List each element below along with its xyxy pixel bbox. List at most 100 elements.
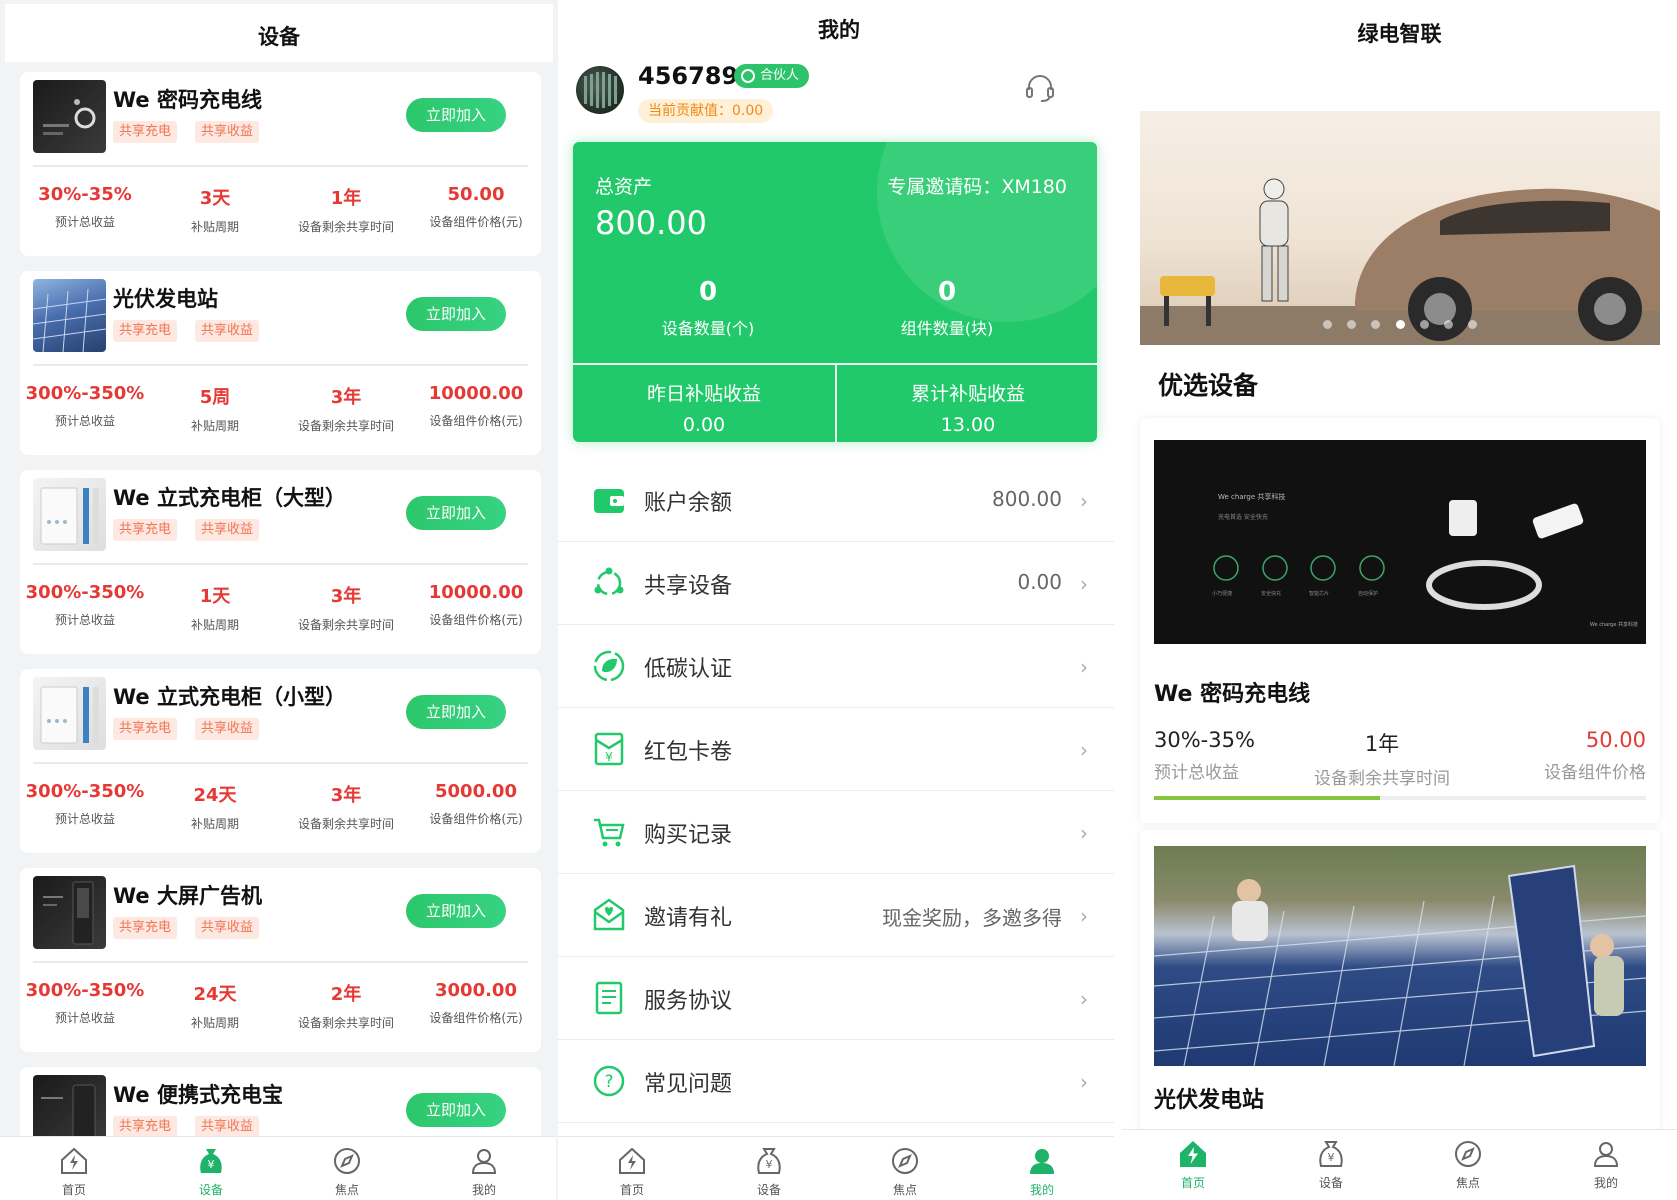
page-title: 我的 <box>818 18 860 42</box>
page-title: 设备 <box>258 25 300 49</box>
device-card[interactable]: We 立式充电柜（大型） 共享充电 共享收益 立即加入 300%-350% 预计总… <box>20 470 541 654</box>
join-button[interactable]: 立即加入 <box>406 894 506 928</box>
featured-device-card[interactable]: We charge 共享科技 充电首选 安全快充 小巧便捷 安全快充 智能芯片 … <box>1140 418 1660 823</box>
tab-focus[interactable]: 焦点 <box>870 1145 940 1198</box>
stat-yield: 30%-35% 预计总收益 <box>1154 728 1255 783</box>
invite-code[interactable]: 专属邀请码：XM180 <box>887 172 1067 199</box>
svg-text:¥: ¥ <box>208 1158 215 1171</box>
menu-faq[interactable]: ? 常见问题 › <box>558 1040 1114 1123</box>
tag-shared-income: 共享收益 <box>195 320 260 342</box>
home-icon <box>616 1145 648 1177</box>
stat-cycle: 3天 补贴周期 <box>190 188 239 234</box>
stat-cycle: 1天 补贴周期 <box>190 586 239 632</box>
menu-shared-devices[interactable]: 共享设备 0.00 › <box>558 542 1114 625</box>
menu-low-carbon[interactable]: 低碳认证 › <box>558 625 1114 708</box>
money-bag-icon: ¥ <box>753 1145 785 1177</box>
compass-icon <box>331 1145 363 1177</box>
tag-shared-charging: 共享充电 <box>113 1116 178 1138</box>
cart-icon <box>592 815 626 849</box>
tab-equipment[interactable]: ¥ 设备 <box>176 1145 246 1198</box>
stat-yield: 300%-350% 预计总收益 <box>25 383 145 428</box>
carousel-dot[interactable] <box>1347 320 1357 329</box>
equipment-header: 设备 <box>5 4 553 62</box>
tab-bar: 首页 ¥ 设备 焦点 我的 <box>1122 1129 1677 1200</box>
total-assets-value: 800.00 <box>595 204 707 242</box>
device-card[interactable]: We 大屏广告机 共享充电 共享收益 立即加入 300%-350% 预计总收益 2… <box>20 868 541 1052</box>
tab-mine[interactable]: 我的 <box>1571 1138 1641 1191</box>
divider <box>33 961 528 963</box>
divider <box>33 762 528 764</box>
stat-price: 50.00 设备组件价格(元) <box>429 184 523 229</box>
stat-price: 3000.00 设备组件价格(元) <box>429 980 523 1025</box>
user-icon <box>1026 1145 1058 1177</box>
svg-text:?: ? <box>604 1072 613 1092</box>
device-thumbnail <box>33 876 106 949</box>
user-icon <box>1590 1138 1622 1170</box>
tab-focus[interactable]: 焦点 <box>312 1145 382 1198</box>
tab-focus[interactable]: 焦点 <box>1433 1138 1503 1191</box>
device-card[interactable]: 光伏发电站 共享充电 共享收益 立即加入 300%-350% 预计总收益 5周 补贴… <box>20 271 541 455</box>
device-name: 光伏发电站 <box>113 287 218 311</box>
stat-remaining: 1年 设备剩余共享时间 <box>1314 732 1450 789</box>
tag-shared-charging: 共享充电 <box>113 718 178 740</box>
join-button[interactable]: 立即加入 <box>406 496 506 530</box>
menu-account-balance[interactable]: 账户余额 800.00 › <box>558 459 1114 542</box>
svg-text:¥: ¥ <box>766 1158 773 1171</box>
stat-cycle: 24天 补贴周期 <box>190 785 239 831</box>
carousel-dot[interactable] <box>1467 320 1477 329</box>
menu-invite-rewards[interactable]: 邀请有礼 现金奖励，多邀多得 › <box>558 874 1114 957</box>
tab-mine[interactable]: 我的 <box>1007 1145 1077 1198</box>
menu-purchase-records[interactable]: 购买记录 › <box>558 791 1114 874</box>
promo-banner[interactable] <box>1140 111 1660 345</box>
carousel-dot[interactable] <box>1443 320 1453 329</box>
tag-shared-income: 共享收益 <box>195 917 260 939</box>
carousel-dot[interactable] <box>1419 320 1429 329</box>
device-card[interactable]: We 立式充电柜（小型） 共享充电 共享收益 立即加入 300%-350% 预计总… <box>20 669 541 853</box>
tab-home[interactable]: 首页 <box>39 1145 109 1198</box>
device-thumbnail <box>33 677 106 750</box>
tag-shared-income: 共享收益 <box>195 1116 260 1138</box>
join-button[interactable]: 立即加入 <box>406 695 506 729</box>
device-thumbnail <box>33 279 106 352</box>
home-icon <box>1177 1138 1209 1170</box>
tab-mine[interactable]: 我的 <box>449 1145 519 1198</box>
tab-home[interactable]: 首页 <box>597 1145 667 1198</box>
tag-shared-charging: 共享充电 <box>113 121 178 143</box>
chevron-right-icon: › <box>1080 655 1088 679</box>
join-button[interactable]: 立即加入 <box>406 98 506 132</box>
divider <box>33 563 528 565</box>
device-card[interactable]: We 密码充电线 共享充电 共享收益 立即加入 30%-35% 预计总收益 3天补… <box>20 72 541 256</box>
home-screen: 绿电智联 优选设备 We charge 共享科技 充电首选 安全快充 小巧便捷 … <box>1122 0 1677 1200</box>
join-button[interactable]: 立即加入 <box>406 1093 506 1127</box>
menu-service-agreement[interactable]: 服务协议 › <box>558 957 1114 1040</box>
tab-equipment[interactable]: ¥ 设备 <box>1296 1138 1366 1191</box>
red-packet-icon: ¥ <box>592 732 626 766</box>
carousel-dot-active[interactable] <box>1395 320 1405 329</box>
carousel-dots[interactable] <box>1140 314 1660 333</box>
tag-shared-charging: 共享充电 <box>113 917 178 939</box>
money-bag-icon: ¥ <box>1315 1138 1347 1170</box>
device-name: We 立式充电柜（小型） <box>113 685 346 709</box>
carousel-dot[interactable] <box>1371 320 1381 329</box>
avatar[interactable] <box>576 66 624 114</box>
banner-image <box>1140 178 1660 345</box>
wallet-icon <box>592 483 626 517</box>
tab-home[interactable]: 首页 <box>1158 1138 1228 1191</box>
stat-yield: 300%-350% 预计总收益 <box>25 781 145 826</box>
carousel-dot[interactable] <box>1323 320 1333 329</box>
svg-text:¥: ¥ <box>1328 1151 1335 1164</box>
yesterday-subsidy: 昨日补贴收益 0.00 <box>646 383 761 436</box>
svg-text:¥: ¥ <box>605 750 613 764</box>
compass-icon <box>889 1145 921 1177</box>
partner-icon <box>741 69 755 83</box>
progress-fill <box>1154 796 1381 800</box>
menu-red-packets[interactable]: ¥ 红包卡卷 › <box>558 708 1114 791</box>
user-icon <box>468 1145 500 1177</box>
featured-device-card[interactable]: 光伏发电站 <box>1140 830 1660 1130</box>
tab-equipment[interactable]: ¥ 设备 <box>734 1145 804 1198</box>
customer-service-icon[interactable] <box>1024 72 1056 104</box>
contribution-value: 当前贡献值：0.00 <box>638 99 774 123</box>
subsidy-row: 昨日补贴收益 0.00 累计补贴收益 13.00 <box>573 363 1097 442</box>
tab-bar: 首页 ¥ 设备 焦点 我的 <box>558 1136 1114 1200</box>
join-button[interactable]: 立即加入 <box>406 297 506 331</box>
